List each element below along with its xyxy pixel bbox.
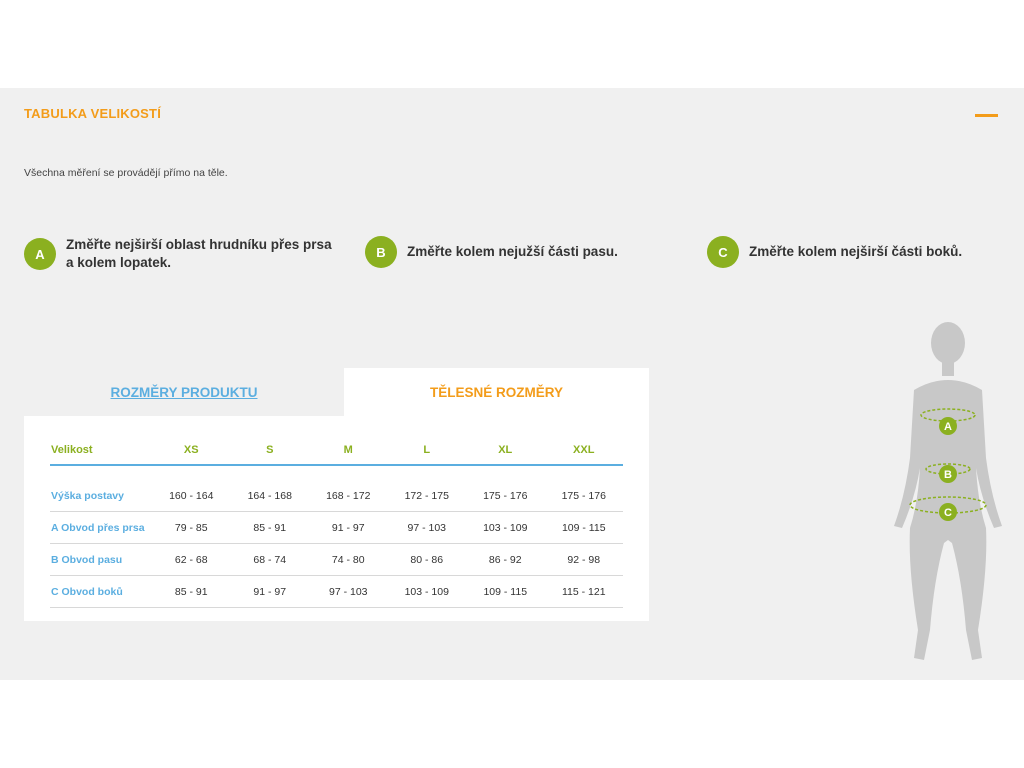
step-a-text: Změřte nejširší oblast hrudníku přes prs… xyxy=(66,236,332,272)
header-xs: XS xyxy=(152,436,231,466)
svg-text:B: B xyxy=(944,469,952,481)
tab-product-dimensions[interactable]: ROZMĚRY PRODUKTU xyxy=(24,368,344,416)
size-table-panel: TABULKA VELIKOSTÍ Všechna měření se prov… xyxy=(0,88,1024,680)
table-row: B Obvod pasu 62 - 68 68 - 74 74 - 80 80 … xyxy=(50,543,623,576)
svg-text:A: A xyxy=(944,421,952,433)
table-cell: 109 - 115 xyxy=(544,511,623,544)
table-cell: 115 - 121 xyxy=(544,575,623,608)
body-silhouette-figure: A B C xyxy=(894,322,1002,660)
measurement-step-c: C Změřte kolem nejširší části boků. xyxy=(707,236,962,268)
badge-a: A xyxy=(24,238,56,270)
measurement-note: Všechna měření se provádějí přímo na těl… xyxy=(24,167,228,179)
table-cell: 164 - 168 xyxy=(230,480,309,512)
tab-body-dimensions[interactable]: TĚLESNÉ ROZMĚRY xyxy=(344,368,649,416)
row-label: C Obvod boků xyxy=(50,575,152,608)
table-cell: 97 - 103 xyxy=(309,575,388,608)
table-cell: 175 - 176 xyxy=(466,480,545,512)
table-cell: 85 - 91 xyxy=(230,511,309,544)
table-cell: 91 - 97 xyxy=(309,511,388,544)
step-a-line2: a kolem lopatek. xyxy=(66,255,172,270)
step-b-text: Změřte kolem nejužší části pasu. xyxy=(407,244,618,259)
panel-title: TABULKA VELIKOSTÍ xyxy=(24,106,162,121)
collapse-minus-icon[interactable] xyxy=(975,114,998,117)
table-cell: 103 - 109 xyxy=(466,511,545,544)
badge-c: C xyxy=(707,236,739,268)
svg-text:C: C xyxy=(944,507,952,519)
badge-b: B xyxy=(365,236,397,268)
header-m: M xyxy=(309,436,388,466)
table-row: Výška postavy 160 - 164 164 - 168 168 - … xyxy=(50,480,623,512)
table-cell: 62 - 68 xyxy=(152,543,231,576)
row-label: Výška postavy xyxy=(50,480,152,512)
table-cell: 85 - 91 xyxy=(152,575,231,608)
table-cell: 168 - 172 xyxy=(309,480,388,512)
size-table-card: Velikost XS S M L XL XXL Výška postavy 1… xyxy=(24,416,649,621)
table-cell: 103 - 109 xyxy=(387,575,466,608)
header-xl: XL xyxy=(466,436,545,466)
table-cell: 160 - 164 xyxy=(152,480,231,512)
header-l: L xyxy=(387,436,466,466)
header-s: S xyxy=(230,436,309,466)
header-xxl: XXL xyxy=(544,436,623,466)
measurement-step-a: A Změřte nejširší oblast hrudníku přes p… xyxy=(24,236,332,272)
row-label: B Obvod pasu xyxy=(50,543,152,576)
step-c-text: Změřte kolem nejširší části boků. xyxy=(749,244,963,259)
step-a-line1: Změřte nejširší oblast hrudníku přes prs… xyxy=(66,237,332,252)
marker-c: C xyxy=(939,503,957,521)
table-header-row: Velikost XS S M L XL XXL xyxy=(50,436,623,466)
table-cell: 68 - 74 xyxy=(230,543,309,576)
table-cell: 172 - 175 xyxy=(387,480,466,512)
size-table: Velikost XS S M L XL XXL Výška postavy 1… xyxy=(50,436,623,608)
table-cell: 79 - 85 xyxy=(152,511,231,544)
table-cell: 74 - 80 xyxy=(309,543,388,576)
table-cell: 97 - 103 xyxy=(387,511,466,544)
marker-b: B xyxy=(939,465,957,483)
header-size: Velikost xyxy=(50,436,152,466)
table-cell: 92 - 98 xyxy=(544,543,623,576)
table-cell: 86 - 92 xyxy=(466,543,545,576)
table-cell: 109 - 115 xyxy=(466,575,545,608)
silhouette-shape xyxy=(894,322,1002,660)
marker-a: A xyxy=(939,417,957,435)
measurement-step-b: B Změřte kolem nejužší části pasu. xyxy=(365,236,618,268)
table-row: A Obvod přes prsa 79 - 85 85 - 91 91 - 9… xyxy=(50,511,623,544)
table-cell: 175 - 176 xyxy=(544,480,623,512)
row-label: A Obvod přes prsa xyxy=(50,511,152,544)
table-cell: 91 - 97 xyxy=(230,575,309,608)
table-row: C Obvod boků 85 - 91 91 - 97 97 - 103 10… xyxy=(50,575,623,608)
table-cell: 80 - 86 xyxy=(387,543,466,576)
